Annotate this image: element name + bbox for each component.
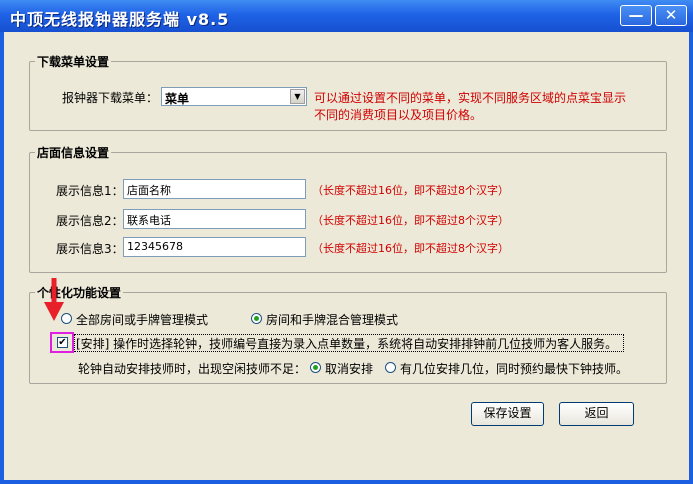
store-info-input-2[interactable]: 联系电话 [123, 209, 306, 229]
store-info-label-3: 展示信息3： [56, 242, 124, 256]
minimize-button[interactable]: — [620, 5, 652, 26]
arrange-checkbox-label[interactable]: [安排] 操作时选择轮钟，技师编号直接为录入点单数量，系统将自动安排排钟前几位技… [76, 335, 617, 352]
store-info-group: 店面信息设置 展示信息1： 店面名称 （长度不超过16位，即不超过8个汉字） 展… [29, 144, 667, 273]
chevron-down-icon[interactable]: ▼ [290, 89, 305, 104]
store-info-label-1: 展示信息1： [56, 184, 124, 198]
save-button[interactable]: 保存设置 [471, 402, 544, 426]
store-info-input-3[interactable]: 12345678 [123, 237, 306, 257]
store-info-label-2: 展示信息2： [56, 214, 124, 228]
window-title: 中顶无线报钟器服务端 v8.5 [10, 10, 230, 29]
mode-radio-mixed[interactable] [251, 313, 262, 324]
menu-select-value: 菜单 [165, 92, 190, 106]
shortage-label: 轮钟自动安排技师时，出现空闲技师不足： [78, 362, 307, 376]
arrange-checkbox[interactable]: ✔ [57, 337, 68, 348]
client-area: 下载菜单设置 报钟器下载菜单： 菜单 ▼ 可以通过设置不同的菜单，实现不同服务区… [4, 32, 689, 480]
menu-settings-group: 下载菜单设置 报钟器下载菜单： 菜单 ▼ 可以通过设置不同的菜单，实现不同服务区… [29, 53, 667, 131]
menu-hint-line2: 不同的消费项目以及项目价格。 [314, 108, 483, 122]
close-button[interactable]: ✕ [655, 5, 687, 26]
shortage-radio-cancel[interactable] [310, 362, 321, 373]
personal-settings-group: 个性化功能设置 全部房间或手牌管理模式 房间和手牌混合管理模式 ✔ [安排] 操… [29, 284, 667, 384]
title-bar[interactable]: 中顶无线报钟器服务端 v8.5 — ✕ [0, 0, 693, 32]
shortage-label-partial[interactable]: 有几位安排几位，同时预约最快下钟技师。 [400, 360, 628, 377]
menu-group-legend: 下载菜单设置 [35, 53, 112, 70]
shortage-label-cancel[interactable]: 取消安排 [325, 360, 373, 377]
menu-hint-line1: 可以通过设置不同的菜单，实现不同服务区域的点菜宝显示 [314, 91, 627, 105]
store-info-input-1[interactable]: 店面名称 [123, 179, 306, 199]
store-info-hint-2: （长度不超过16位，即不超过8个汉字） [312, 214, 509, 227]
store-group-legend: 店面信息设置 [35, 144, 112, 161]
back-button[interactable]: 返回 [559, 402, 634, 426]
mode-label-all[interactable]: 全部房间或手牌管理模式 [76, 311, 208, 328]
menu-select[interactable]: 菜单 ▼ [161, 87, 307, 106]
annotation-arrow-icon [44, 278, 64, 321]
mode-label-mixed[interactable]: 房间和手牌混合管理模式 [266, 311, 398, 328]
menu-select-label: 报钟器下载菜单： [62, 91, 159, 105]
shortage-radio-partial[interactable] [385, 362, 396, 373]
store-info-hint-3: （长度不超过16位，即不超过8个汉字） [312, 242, 509, 255]
store-info-hint-1: （长度不超过16位，即不超过8个汉字） [312, 184, 509, 197]
